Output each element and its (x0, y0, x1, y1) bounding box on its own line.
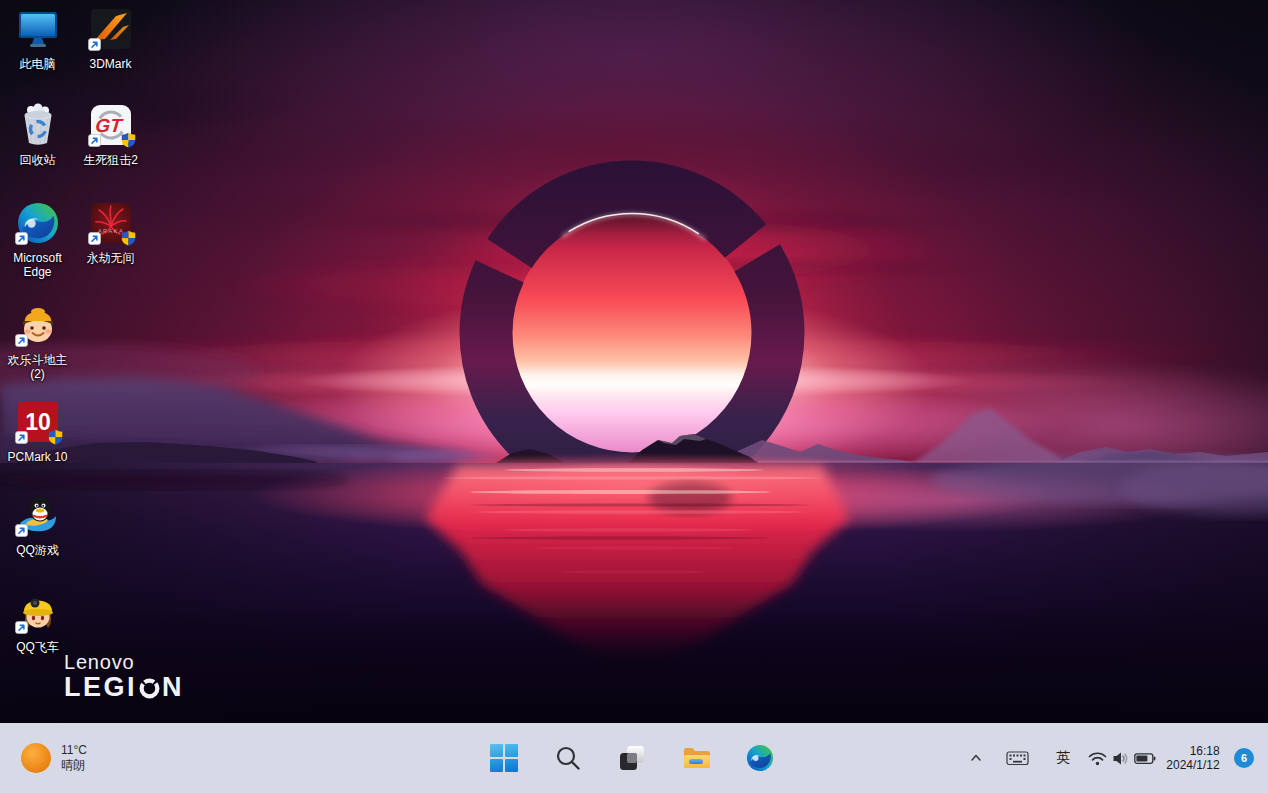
desktop-icon-recycle-bin[interactable]: 回收站 (1, 102, 74, 167)
shortcut-arrow-badge (88, 134, 101, 147)
desktop-icon-pcmark10[interactable]: 10 PCMark 10 (1, 399, 74, 464)
desktop-icon-label: Edge (13, 265, 62, 279)
task-view-button[interactable] (612, 738, 652, 778)
wallpaper (0, 0, 1268, 723)
search-button[interactable] (548, 738, 588, 778)
legion-wordmark: LEGIN (64, 673, 184, 701)
desktop-icon-label: (2) (8, 367, 68, 381)
huanledoudizhu-icon (15, 302, 61, 348)
shengsijuji2-icon: GT (88, 102, 134, 148)
uac-shield-badge (48, 429, 63, 445)
file-explorer-icon (681, 743, 711, 773)
desktop-icon-qq-speed[interactable]: QQ飞车 (1, 589, 74, 654)
desktop-icon-3dmark[interactable]: 3DMark (74, 6, 147, 71)
edge-icon (745, 743, 775, 773)
pcmark10-icon: 10 (15, 399, 61, 445)
recycle-bin-icon (15, 102, 61, 148)
qq-games-icon (15, 492, 61, 538)
legion-o-ring-glyph (139, 678, 160, 699)
weather-sun-icon (21, 743, 51, 773)
volume-icon[interactable] (1112, 738, 1129, 778)
battery-icon[interactable] (1134, 738, 1156, 778)
task-view-icon (617, 743, 647, 773)
desktop-icon-qq-games[interactable]: QQ游戏 (1, 492, 74, 557)
desktop-icon-microsoft-edge[interactable]: Microsoft Edge (1, 200, 74, 279)
notification-badge[interactable]: 6 (1234, 748, 1254, 768)
windows-start-icon (489, 743, 519, 773)
water (0, 453, 1268, 723)
shortcut-arrow-badge (15, 431, 28, 444)
edge-taskbar-button[interactable] (740, 738, 780, 778)
this-pc-icon (15, 6, 61, 52)
ssjj-gt-glyph: GT (94, 115, 124, 136)
start-button[interactable] (484, 738, 524, 778)
chevron-up-icon (967, 749, 985, 767)
desktop-icon-label: 永劫无间 (87, 251, 135, 265)
search-icon (553, 743, 583, 773)
desktop-icon-label: QQ游戏 (16, 543, 59, 557)
desktop-icon-label: PCMark 10 (7, 450, 67, 464)
microsoft-edge-icon (15, 200, 61, 246)
yongjiewujian-icon: ARAKA (88, 200, 134, 246)
shortcut-arrow-badge (15, 232, 28, 245)
file-explorer-button[interactable] (676, 738, 716, 778)
desktop-icon-label: 回收站 (20, 153, 56, 167)
weather-temperature: 11°C (61, 743, 87, 758)
desktop-icon-label: 此电脑 (20, 57, 56, 71)
desktop-icon-yongjiewujian[interactable]: ARAKA 永劫无间 (74, 200, 147, 265)
shortcut-arrow-badge (15, 334, 28, 347)
desktop-icon-label: QQ飞车 (16, 640, 59, 654)
desktop-icon-huanledoudizhu[interactable]: 欢乐斗地主 (2) (1, 302, 74, 381)
desktop-icon-label: Microsoft (13, 251, 62, 265)
lenovo-legion-brand: Lenovo LEGIN (64, 651, 184, 701)
tray-time: 16:18 (1166, 744, 1219, 758)
tray-chevron-button[interactable] (964, 738, 988, 778)
shortcut-arrow-badge (15, 524, 28, 537)
uac-shield-badge (121, 230, 136, 246)
desktop-icon-label: 生死狙击2 (83, 153, 138, 167)
3dmark-icon (88, 6, 134, 52)
desktop-icon-this-pc[interactable]: 此电脑 (1, 6, 74, 71)
desktop-icon-shengsijuji2[interactable]: GT 生死狙击2 (74, 102, 147, 167)
shortcut-arrow-badge (88, 232, 101, 245)
ime-indicator[interactable]: 英 (1052, 738, 1074, 778)
lenovo-wordmark: Lenovo (64, 651, 184, 673)
touch-keyboard-button[interactable] (1004, 738, 1032, 778)
keyboard-icon (1006, 750, 1030, 767)
weather-condition: 晴朗 (61, 758, 87, 773)
wifi-icon[interactable] (1088, 738, 1107, 778)
clock[interactable]: 16:18 2024/1/12 (1160, 738, 1226, 778)
tray-date: 2024/1/12 (1166, 758, 1219, 772)
svg-text:10: 10 (25, 409, 51, 435)
uac-shield-badge (121, 132, 136, 148)
desktop-icon-label: 3DMark (89, 57, 131, 71)
taskbar: 11°C 晴朗 (0, 723, 1268, 793)
shortcut-arrow-badge (15, 621, 28, 634)
qq-speed-icon (15, 589, 61, 635)
desktop-icon-label: 欢乐斗地主 (8, 353, 68, 367)
weather-widget[interactable]: 11°C 晴朗 (21, 723, 87, 793)
desktop: 此电脑 3DMark 回收站 GT 生死狙击2 (0, 0, 1268, 723)
shortcut-arrow-badge (88, 38, 101, 51)
